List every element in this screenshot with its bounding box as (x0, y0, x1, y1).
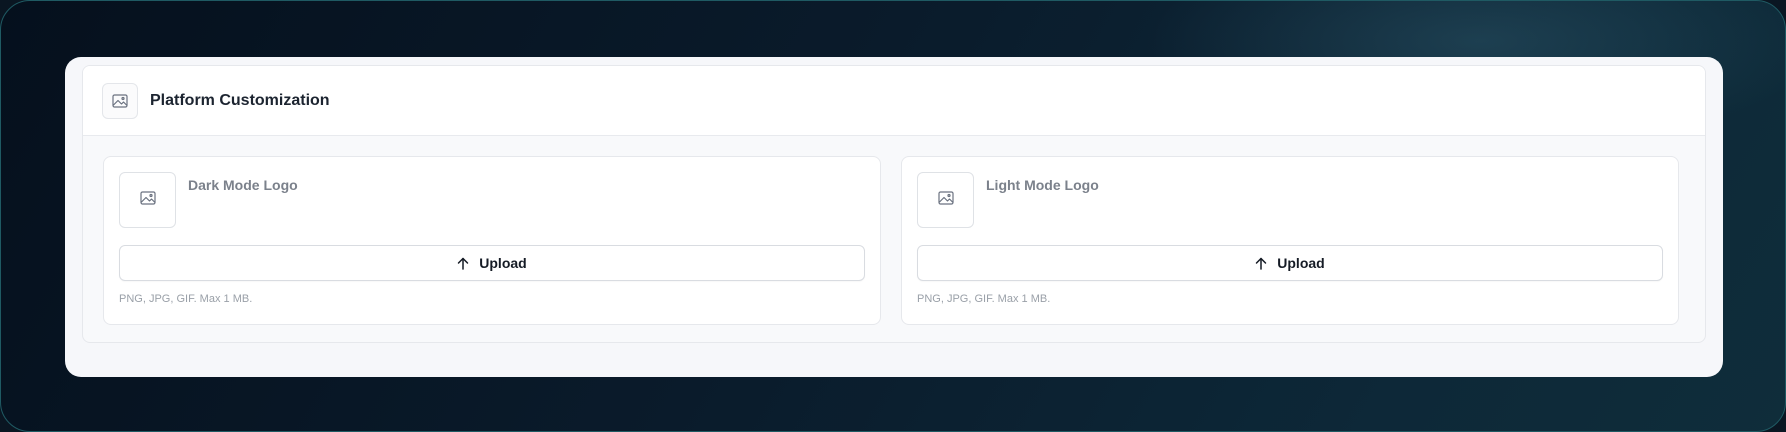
logo-uploads: Dark Mode Logo Upload PNG, JPG, GIF. Max… (83, 136, 1705, 342)
arrow-up-icon (1255, 257, 1267, 270)
arrow-up-icon (457, 257, 469, 270)
app-background: Platform Customization Dark Mode Logo Up… (0, 0, 1786, 432)
dark-logo-upload-button[interactable]: Upload (119, 245, 865, 281)
dark-mode-logo-card: Dark Mode Logo Upload PNG, JPG, GIF. Max… (103, 156, 881, 325)
upload-button-label: Upload (1277, 255, 1325, 271)
file-type-hint: PNG, JPG, GIF. Max 1 MB. (119, 293, 253, 305)
dark-mode-logo-label: Dark Mode Logo (188, 177, 298, 193)
light-logo-preview[interactable] (917, 172, 974, 228)
image-icon (102, 82, 138, 119)
light-mode-logo-label: Light Mode Logo (986, 177, 1099, 193)
upload-button-label: Upload (479, 255, 527, 271)
settings-card: Platform Customization Dark Mode Logo Up… (65, 57, 1723, 377)
light-mode-logo-card: Light Mode Logo Upload PNG, JPG, GIF. Ma… (901, 156, 1679, 325)
image-icon (139, 190, 156, 210)
platform-customization-section: Platform Customization Dark Mode Logo Up… (82, 65, 1706, 343)
file-type-hint: PNG, JPG, GIF. Max 1 MB. (917, 293, 1051, 305)
dark-logo-preview[interactable] (119, 172, 176, 228)
section-header: Platform Customization (83, 66, 1705, 136)
light-logo-upload-button[interactable]: Upload (917, 245, 1663, 281)
section-title: Platform Customization (150, 91, 330, 109)
image-icon (937, 190, 954, 210)
